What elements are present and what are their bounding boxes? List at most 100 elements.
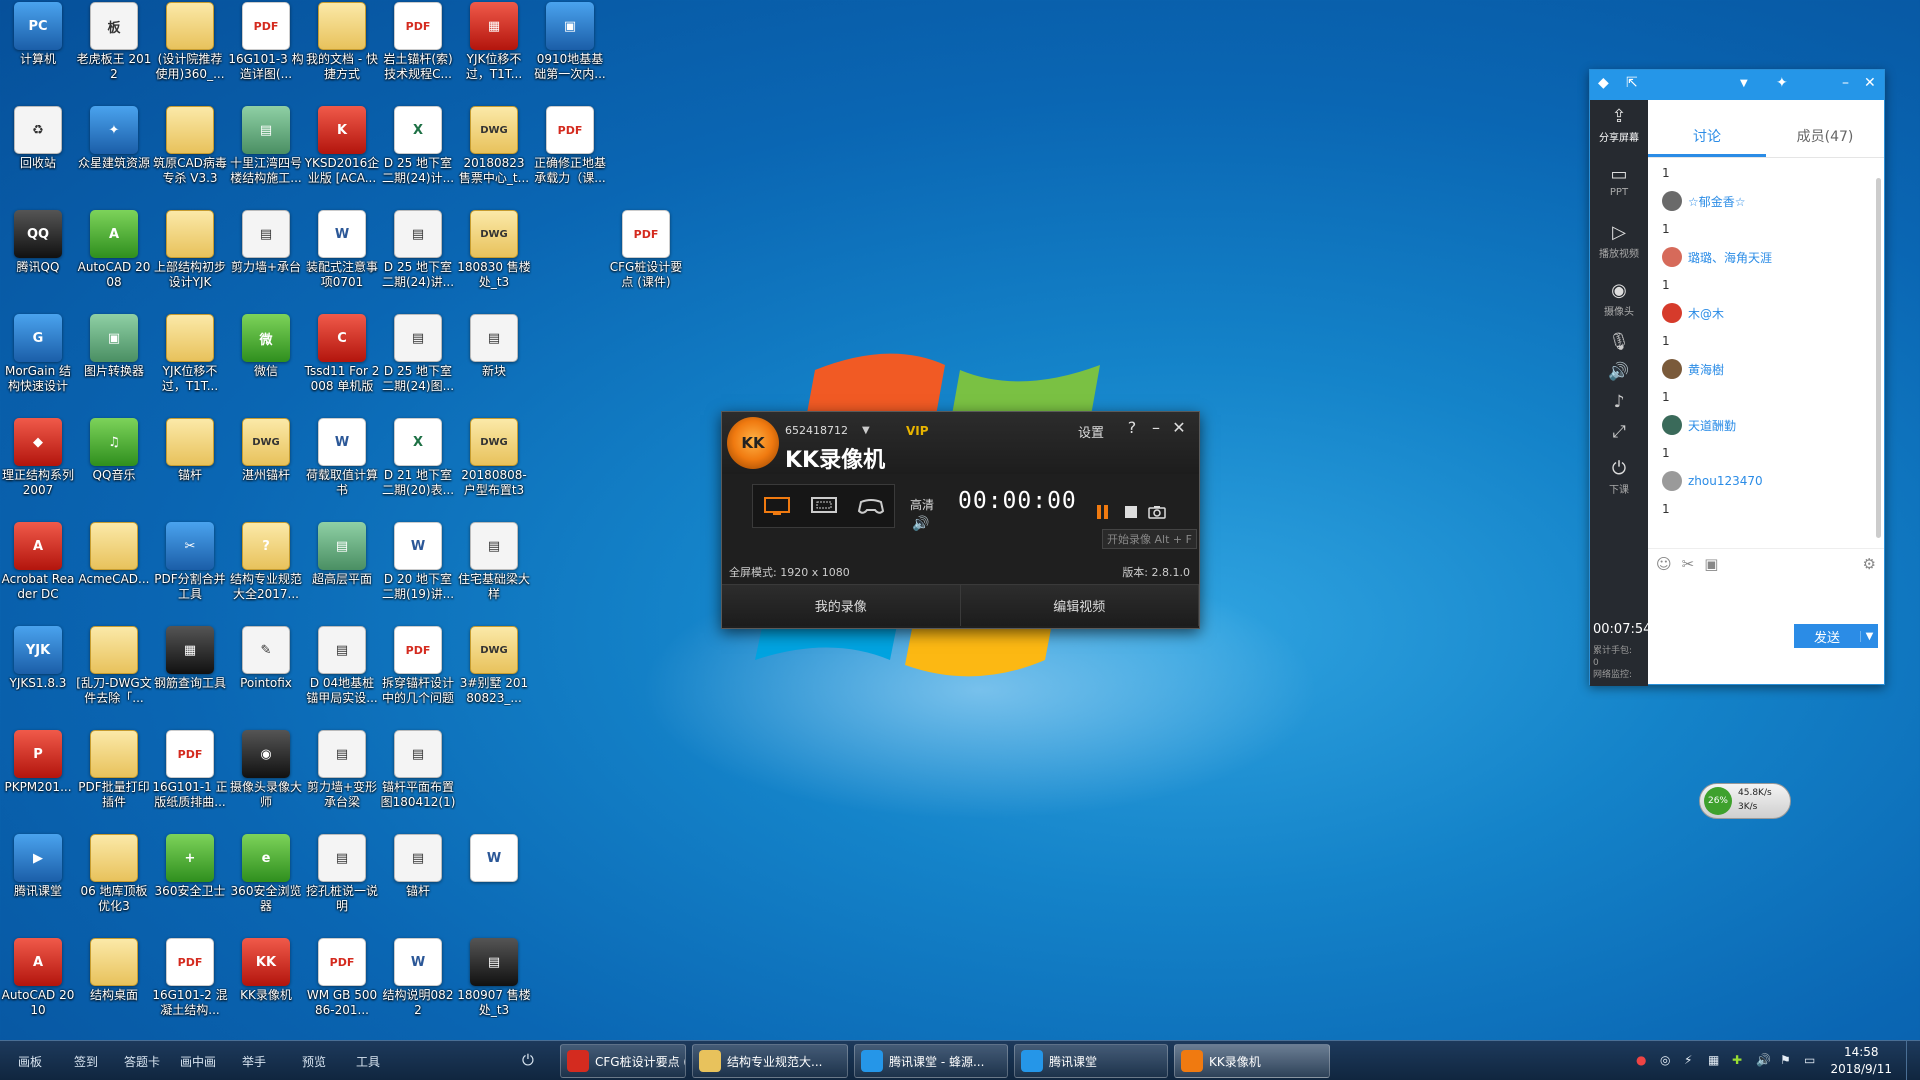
close-button[interactable]: ✕ xyxy=(1169,418,1189,437)
edit-video-button[interactable]: 编辑视频 xyxy=(960,585,1199,626)
tray-display-icon[interactable]: ▭ xyxy=(1804,1053,1815,1067)
desktop-icon[interactable]: YJK YJKS1.8.3 xyxy=(0,624,76,728)
desktop-icon[interactable]: PDF WM GB 50086-201... xyxy=(304,936,380,1040)
desktop-icon[interactable]: ▤ 挖孔桩说一说明 xyxy=(304,832,380,936)
desktop-icon[interactable]: PDF 16G101-2 混凝土结构... xyxy=(152,936,228,1040)
game-mode-icon[interactable] xyxy=(857,495,885,517)
desktop-icon[interactable]: XD 21 地下室二期(20)表... xyxy=(380,416,456,520)
share-screen-button[interactable]: ⇪ 分享屏幕 xyxy=(1590,100,1648,158)
desktop-icon[interactable]: A Acrobat Reader DC xyxy=(0,520,76,624)
desktop-icon[interactable]: 结构桌面 xyxy=(76,936,152,1040)
avatar[interactable] xyxy=(1662,471,1682,491)
sender-name[interactable]: 黄海樹 xyxy=(1688,361,1724,378)
account-dropdown-icon[interactable]: ▼ xyxy=(862,425,870,436)
end-class-button[interactable]: ⏻ 下课 xyxy=(1590,452,1648,510)
share-out-icon[interactable]: ⇱ xyxy=(1626,75,1638,91)
desktop-icon[interactable]: ▤ 住宅基础梁大样 xyxy=(456,520,532,624)
power-icon[interactable]: ⏻ xyxy=(522,1051,534,1069)
volume-icon[interactable]: 🔊 xyxy=(912,516,929,532)
tray-volume-icon[interactable]: 🔊 xyxy=(1756,1053,1771,1067)
classroom-tool-button[interactable]: 画板 xyxy=(18,1053,42,1070)
settings-button[interactable]: 设置 xyxy=(1078,422,1104,441)
region-mode-icon[interactable] xyxy=(810,495,838,517)
chat-message-list[interactable]: 1 ☆郁金香☆ 1 璐璐、海角天涯 1 木@木 1 黄海樹 1 天道酬勤 1 zhou123470 1 xyxy=(1648,158,1884,548)
desktop-icon[interactable]: ▦ YJK位移不过，T1T... xyxy=(456,0,532,104)
emoji-icon[interactable]: ☺ xyxy=(1656,555,1672,573)
tray-wechat-icon[interactable]: ◎ xyxy=(1660,1053,1670,1067)
desktop-icon[interactable]: 板老虎板王 2012 xyxy=(76,0,152,104)
desktop-icon[interactable]: ▤ D 04地基桩锚甲局实设... xyxy=(304,624,380,728)
desktop-icon[interactable]: ♻ 回收站 xyxy=(0,104,76,208)
tray-360-icon[interactable]: ✚ xyxy=(1732,1053,1742,1067)
send-options-dropdown-icon[interactable]: ▼ xyxy=(1860,630,1878,642)
taskbar-window-button[interactable]: 结构专业规范大... xyxy=(692,1044,848,1078)
desktop-icon[interactable]: ▶ 腾讯课堂 xyxy=(0,832,76,936)
vip-badge[interactable]: VIP xyxy=(906,424,929,438)
desktop-icon[interactable]: QQ 腾讯QQ xyxy=(0,208,76,312)
desktop-icon[interactable]: ✂ PDF分割合并工具 xyxy=(152,520,228,624)
net-speed-widget[interactable]: 26% 45.8K/s 3K/s xyxy=(1699,783,1791,819)
desktop-icon[interactable]: W 装配式注意事项0701 xyxy=(304,208,380,312)
sender-name[interactable]: zhou123470 xyxy=(1688,474,1763,488)
sender-name[interactable]: ☆郁金香☆ xyxy=(1688,193,1746,210)
classroom-tool-button[interactable]: 工具 xyxy=(356,1053,380,1070)
desktop-icon[interactable]: ◆ 理正结构系列2007 xyxy=(0,416,76,520)
classroom-tool-button[interactable]: 答题卡 xyxy=(124,1053,160,1070)
desktop-icon[interactable]: e 360安全浏览器 xyxy=(228,832,304,936)
desktop-icon[interactable]: AcmeCAD... xyxy=(76,520,152,624)
desktop-icon[interactable]: PDF 正确修正地基承载力（课... xyxy=(532,104,608,208)
microphone-icon[interactable]: 🎙 xyxy=(1590,332,1648,362)
music-icon[interactable]: ♪ xyxy=(1590,392,1648,422)
desktop-icon[interactable]: C Tssd11 For 2008 单机版 xyxy=(304,312,380,416)
desktop-icon[interactable]: G MorGain 结构快速设计 xyxy=(0,312,76,416)
chat-scrollbar[interactable] xyxy=(1876,178,1881,538)
avatar[interactable] xyxy=(1662,247,1682,267)
sender-name[interactable]: 天道酬勤 xyxy=(1688,417,1736,434)
desktop-icon[interactable]: ▣ 图片转换器 xyxy=(76,312,152,416)
desktop-icon[interactable]: YJK位移不过，T1T... xyxy=(152,312,228,416)
avatar[interactable] xyxy=(1662,415,1682,435)
send-button[interactable]: 发送 ▼ xyxy=(1794,624,1878,648)
desktop-icon[interactable]: WD 20 地下室二期(19)讲... xyxy=(380,520,456,624)
avatar[interactable] xyxy=(1662,303,1682,323)
desktop-icon[interactable]: ▣ 0910地基基础第一次内... xyxy=(532,0,608,104)
tab-members[interactable]: 成员(47) xyxy=(1766,100,1884,157)
fullscreen-icon[interactable]: ⤢ xyxy=(1590,422,1648,452)
desktop-icon[interactable]: PDF 16G101-3 构造详图(... xyxy=(228,0,304,104)
menu-dropdown-icon[interactable]: ▼ xyxy=(1740,78,1748,89)
desktop-icon[interactable]: ▤ 剪力墙+变形承台梁 xyxy=(304,728,380,832)
desktop-icon[interactable]: 我的文档 - 快捷方式 xyxy=(304,0,380,104)
close-button[interactable]: ✕ xyxy=(1864,75,1876,91)
sender-name[interactable]: 璐璐、海角天涯 xyxy=(1688,249,1772,266)
desktop-icon[interactable]: K YKSD2016企业版 [ACA... xyxy=(304,104,380,208)
desktop-icon[interactable]: DWG 20180808-户型布置t3 xyxy=(456,416,532,520)
desktop-icon[interactable]: ▦ 钢筋查询工具 xyxy=(152,624,228,728)
desktop-icon[interactable]: 上部结构初步设计YJK xyxy=(152,208,228,312)
tray-app-icon[interactable]: ▦ xyxy=(1708,1053,1719,1067)
desktop-icon[interactable]: PDF批量打印插件 xyxy=(76,728,152,832)
recorder-titlebar[interactable]: KK 652418712 ▼ VIP KK录像机 设置 ? – ✕ xyxy=(722,412,1199,474)
taskbar-window-button[interactable]: 腾讯课堂 - 蜂源... xyxy=(854,1044,1008,1078)
quality-selector[interactable]: 高清 xyxy=(910,496,934,513)
taskbar-clock[interactable]: 14:58 2018/9/11 xyxy=(1830,1044,1892,1078)
desktop-icon[interactable]: KK KK录像机 xyxy=(228,936,304,1040)
kk-recorder-window[interactable]: KK 652418712 ▼ VIP KK录像机 设置 ? – ✕ 高清 🔊 0… xyxy=(721,411,1200,629)
classroom-titlebar[interactable]: ◆ ⇱ ▼ ✦ – ✕ xyxy=(1590,70,1884,100)
desktop-icon[interactable]: P PKPM201... xyxy=(0,728,76,832)
desktop-icon[interactable]: ✦ 众星建筑资源 xyxy=(76,104,152,208)
desktop-icon[interactable]: W 结构说明0822 xyxy=(380,936,456,1040)
tray-shield-icon[interactable]: ● xyxy=(1636,1053,1646,1067)
desktop-icon[interactable]: PDF 16G101-1 正版纸质排曲... xyxy=(152,728,228,832)
camera-icon[interactable] xyxy=(1146,501,1168,523)
play-video-button[interactable]: ▷ 播放视频 xyxy=(1590,216,1648,274)
ppt-button[interactable]: ▭ PPT xyxy=(1590,158,1648,216)
speaker-icon[interactable]: 🔊 xyxy=(1590,362,1648,392)
desktop-icon[interactable]: 锚杆 xyxy=(152,416,228,520)
avatar[interactable] xyxy=(1662,191,1682,211)
desktop-icon[interactable]: [乱刀-DWG文件去除「... xyxy=(76,624,152,728)
desktop-icon[interactable]: DWG 3#别墅 20180823_... xyxy=(456,624,532,728)
tray-network-icon[interactable]: ⚡ xyxy=(1684,1053,1692,1067)
desktop-icon[interactable]: ▤ 180907 售楼处_t3 xyxy=(456,936,532,1040)
desktop-icon[interactable]: XD 25 地下室二期(24)计... xyxy=(380,104,456,208)
my-recordings-button[interactable]: 我的录像 xyxy=(722,585,961,626)
